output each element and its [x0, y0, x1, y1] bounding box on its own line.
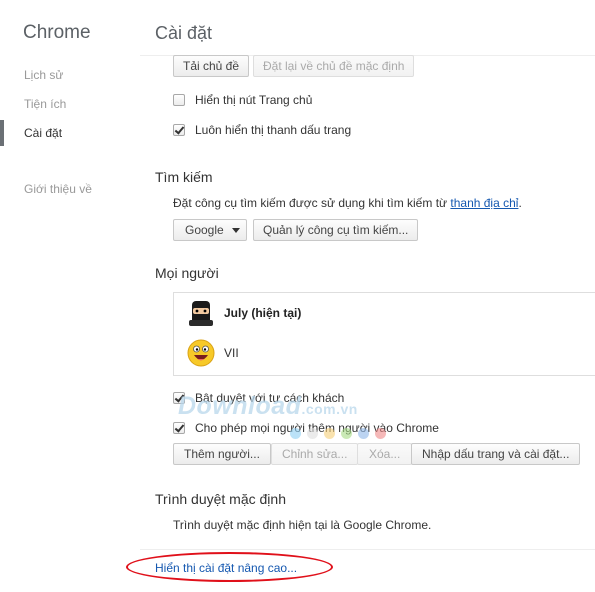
- show-home-label: Hiển thị nút Trang chủ: [195, 93, 313, 107]
- sidebar: Chrome Lịch sử Tiện ích Cài đặt Giới thi…: [0, 0, 140, 592]
- profiles-list: July (hiện tại) VII: [173, 292, 595, 376]
- edit-person-button[interactable]: Chỉnh sửa...: [271, 443, 359, 465]
- show-bookmarks-label: Luôn hiển thị thanh dấu trang: [195, 123, 352, 137]
- search-desc-prefix: Đặt công cụ tìm kiếm được sử dụng khi tì…: [173, 196, 451, 210]
- search-engine-value: Google: [185, 223, 224, 237]
- dropdown-arrow-icon: [232, 228, 240, 233]
- search-description: Đặt công cụ tìm kiếm được sử dụng khi tì…: [173, 196, 522, 210]
- show-bookmarks-checkbox[interactable]: [173, 124, 185, 136]
- sidebar-item-history[interactable]: Lịch sử: [24, 68, 63, 82]
- sidebar-item-settings[interactable]: Cài đặt: [24, 126, 62, 140]
- profile-item[interactable]: VII: [186, 338, 239, 368]
- footer-divider: [140, 549, 595, 550]
- active-indicator: [0, 120, 4, 146]
- highlight-ellipse: [126, 552, 333, 582]
- profile-name: VII: [224, 346, 239, 360]
- sidebar-item-about[interactable]: Giới thiệu về: [24, 182, 92, 196]
- show-home-row[interactable]: Hiển thị nút Trang chủ: [173, 92, 312, 108]
- search-engine-select[interactable]: Google: [173, 219, 247, 241]
- reset-theme-button[interactable]: Đặt lại về chủ đề mặc định: [253, 55, 415, 77]
- omnibox-link[interactable]: thanh địa chỉ: [450, 196, 518, 210]
- sidebar-item-extensions[interactable]: Tiện ích: [24, 97, 66, 111]
- allow-add-people-checkbox[interactable]: [173, 422, 185, 434]
- page-title: Cài đặt: [155, 23, 213, 43]
- import-bookmarks-button[interactable]: Nhập dấu trang và cài đặt...: [411, 443, 581, 465]
- remove-person-button[interactable]: Xóa...: [357, 443, 413, 465]
- ninja-avatar-icon: [189, 301, 213, 326]
- watermark-dots: [290, 428, 386, 439]
- search-section-title: Tìm kiếm: [155, 169, 213, 185]
- search-desc-suffix: .: [518, 196, 522, 210]
- people-section-title: Mọi người: [155, 265, 219, 281]
- default-browser-section-title: Trình duyệt mặc định: [155, 491, 286, 507]
- guest-browsing-row[interactable]: Bật duyệt với tư cách khách: [173, 390, 344, 406]
- default-browser-description: Trình duyệt mặc định hiện tại là Google …: [173, 518, 432, 532]
- show-home-checkbox[interactable]: [173, 94, 185, 106]
- guest-browsing-label: Bật duyệt với tư cách khách: [195, 391, 345, 405]
- smiley-avatar-icon: [187, 339, 215, 367]
- add-person-button[interactable]: Thêm người...: [173, 443, 271, 465]
- get-themes-button[interactable]: Tải chủ đề: [173, 55, 250, 77]
- show-bookmarks-row[interactable]: Luôn hiển thị thanh dấu trang: [173, 122, 351, 138]
- profile-item[interactable]: July (hiện tại): [186, 298, 301, 328]
- manage-search-engines-button[interactable]: Quản lý công cụ tìm kiếm...: [253, 219, 419, 241]
- brand-title: Chrome: [23, 22, 91, 43]
- profile-name: July (hiện tại): [224, 306, 302, 320]
- guest-browsing-checkbox[interactable]: [173, 392, 185, 404]
